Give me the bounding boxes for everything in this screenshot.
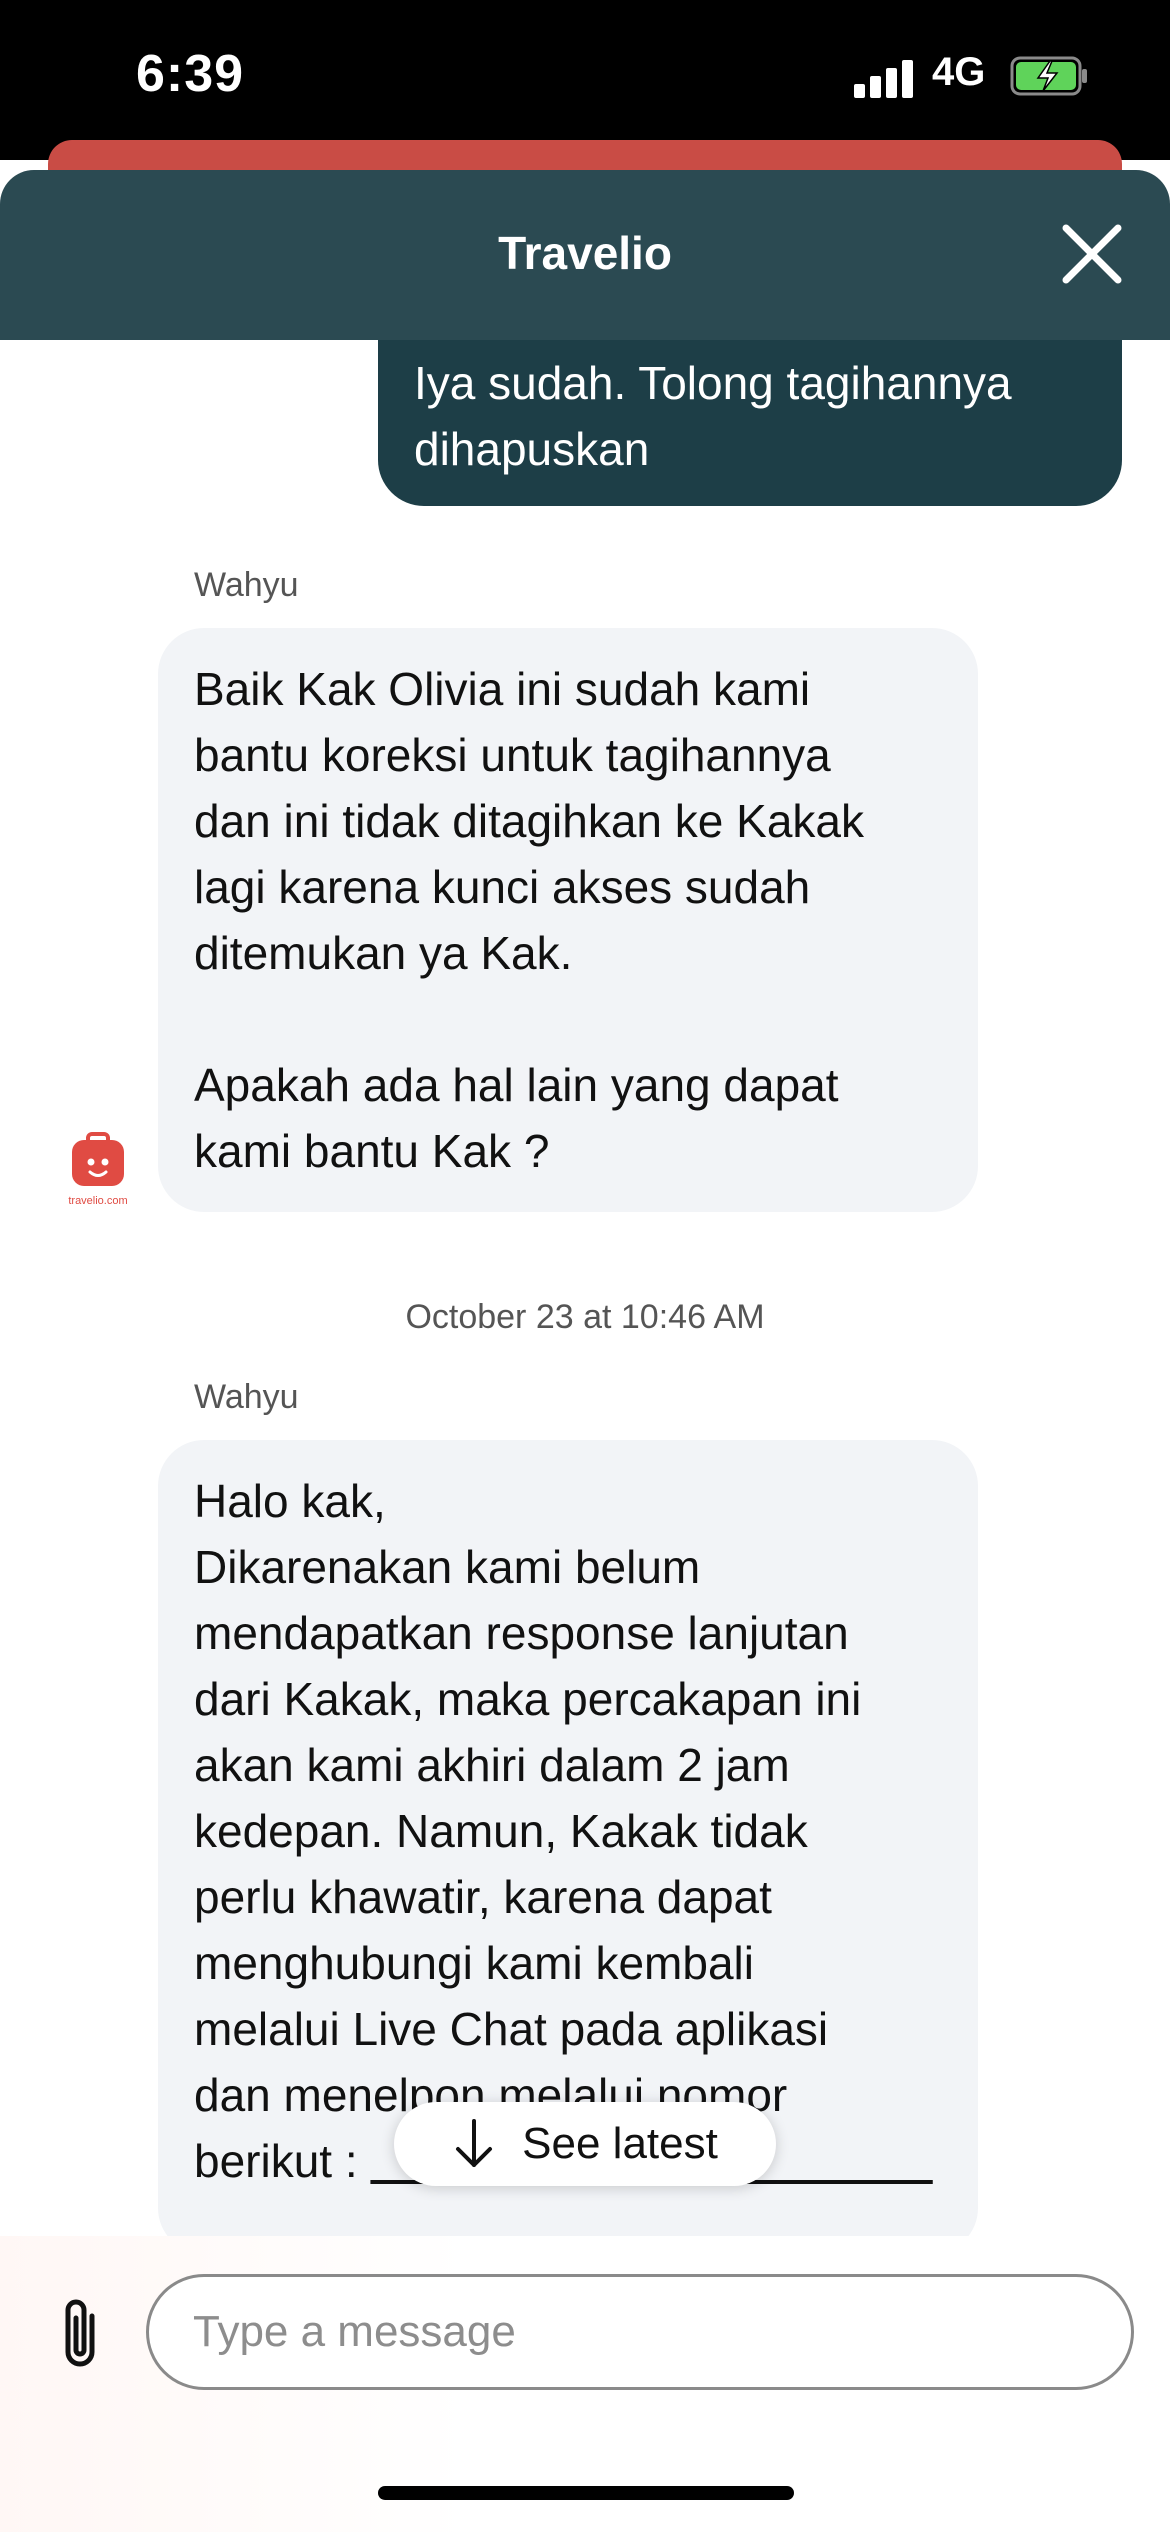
sender-name: Wahyu	[194, 1378, 299, 1416]
message-line: kedepan. Namun, Kakak tidak	[194, 1805, 808, 1857]
message-line: Halo kak,	[194, 1475, 386, 1527]
message-line: akan kami akhiri dalam 2 jam	[194, 1739, 790, 1791]
see-latest-label: See latest	[522, 2119, 718, 2168]
arrow-down-icon	[456, 2119, 493, 2167]
message-line: dari Kakak, maka percakapan ini	[194, 1673, 862, 1725]
outgoing-message: Iya sudah. Tolong tagihannya dihapuskan	[378, 340, 1122, 506]
message-line: dihapuskan	[414, 423, 650, 475]
sender-name: Wahyu	[194, 566, 299, 604]
message-line: Baik Kak Olivia ini sudah kami	[194, 663, 811, 715]
status-bar: 6:39 4G	[0, 0, 1170, 160]
message-line: mendapatkan response lanjutan	[194, 1607, 849, 1659]
message-line: menghubungi kami kembali	[194, 1937, 754, 1989]
message-line: melalui Live Chat pada aplikasi	[194, 2003, 829, 2055]
chat-title: Travelio	[498, 227, 672, 279]
incoming-message: Baik Kak Olivia ini sudah kami bantu kor…	[158, 628, 978, 1212]
travelio-logo-icon: travelio.com	[68, 1132, 128, 1207]
message-line: perlu khawatir, karena dapat	[194, 1871, 772, 1923]
message-composer	[0, 2236, 1170, 2532]
signal-icon	[854, 58, 914, 98]
message-input[interactable]	[146, 2274, 1134, 2390]
message-line: Iya sudah. Tolong tagihannya	[414, 357, 1012, 409]
svg-text:travelio.com: travelio.com	[68, 1195, 127, 1207]
message-line: bantu koreksi untuk tagihannya	[194, 729, 831, 781]
status-time: 6:39	[136, 45, 245, 103]
message-line: Dikarenakan kami belum	[194, 1541, 701, 1593]
message-timestamp: October 23 at 10:46 AM	[405, 1298, 765, 1336]
paperclip-icon[interactable]	[54, 2294, 110, 2374]
chat-thread[interactable]: Iya sudah. Tolong tagihannya dihapuskan …	[0, 340, 1170, 2236]
battery-charging-icon	[1010, 56, 1087, 96]
message-line: kami bantu Kak ?	[194, 1125, 550, 1177]
close-icon[interactable]	[1052, 214, 1132, 294]
home-indicator	[378, 2486, 794, 2500]
message-line: Apakah ada hal lain yang dapat	[194, 1059, 839, 1111]
message-line: ditemukan ya Kak.	[194, 927, 573, 979]
chat-header: Travelio	[0, 170, 1170, 340]
see-latest-button[interactable]: See latest	[394, 2102, 776, 2186]
message-line: dan ini tidak ditagihkan ke Kakak	[194, 795, 864, 847]
message-line-text: berikut :	[194, 2135, 358, 2187]
message-line: lagi karena kunci akses sudah	[194, 861, 811, 913]
network-type: 4G	[932, 50, 986, 94]
